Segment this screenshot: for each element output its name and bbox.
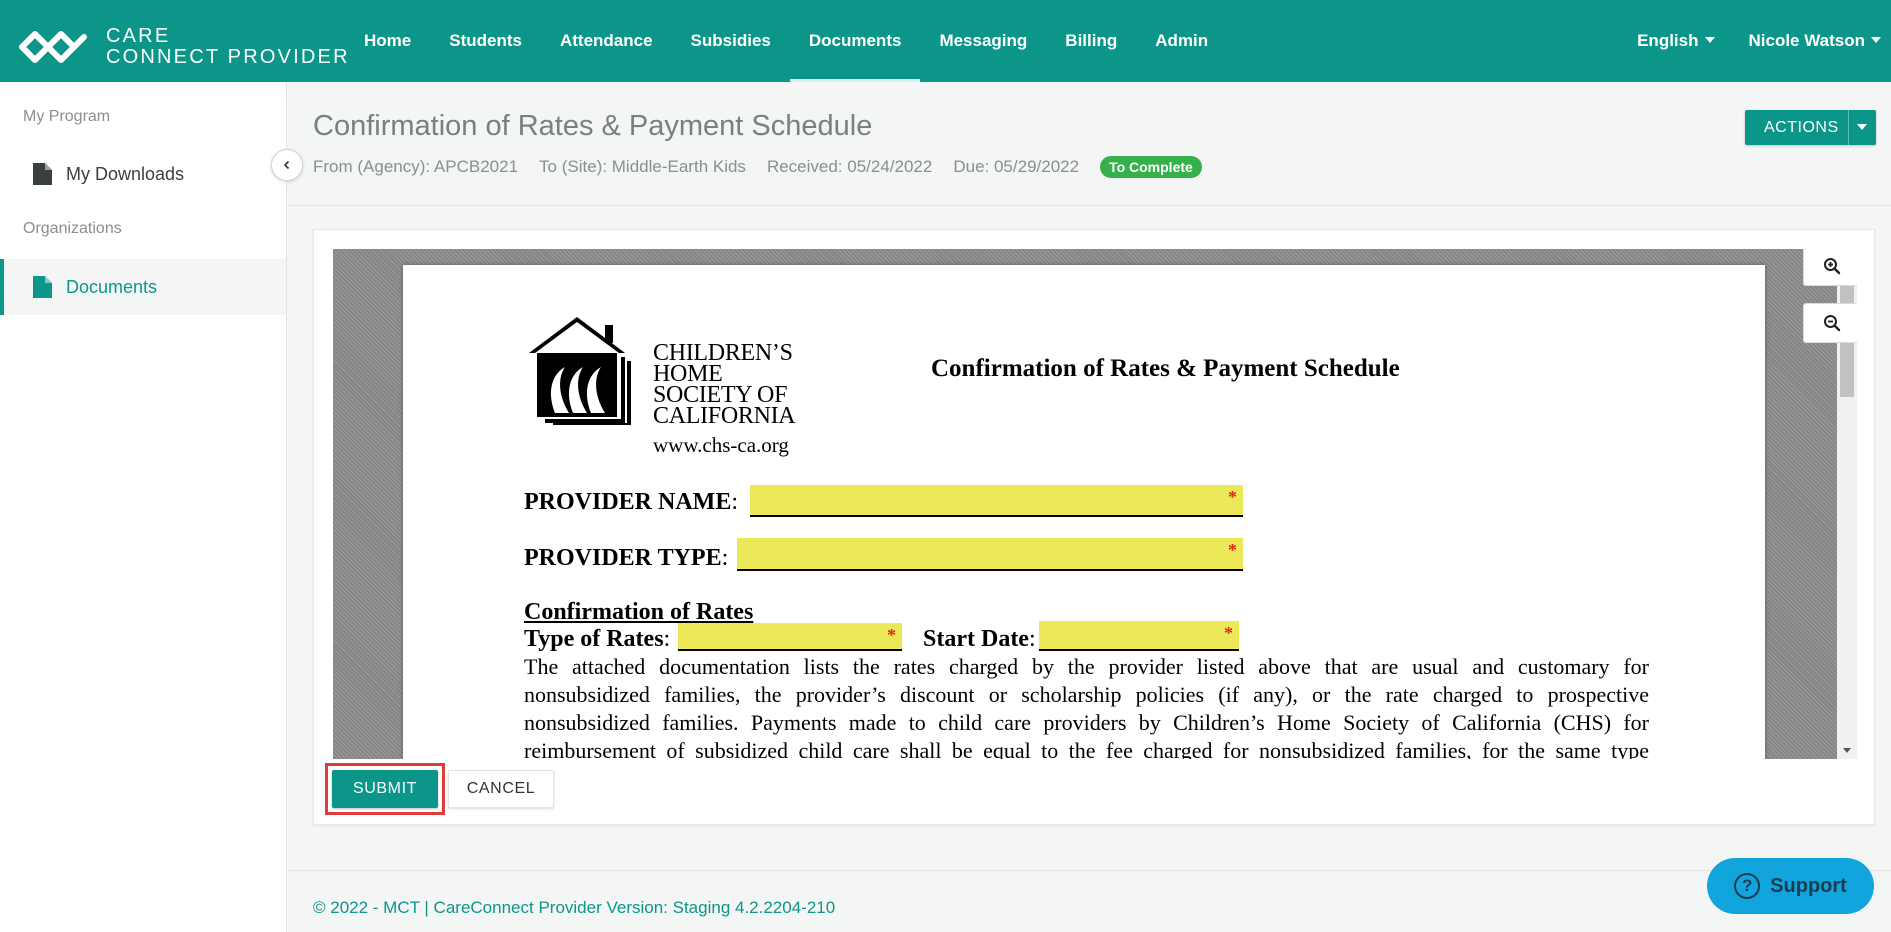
brand-line2: CONNECT PROVIDER — [106, 46, 350, 68]
required-asterisk: * — [887, 625, 896, 645]
page-title: Confirmation of Rates & Payment Schedule — [313, 110, 873, 142]
nav-students[interactable]: Students — [430, 0, 541, 82]
start-date-field[interactable]: * — [1039, 621, 1239, 651]
divider — [288, 870, 1891, 871]
provider-name-label: PROVIDER NAME: — [524, 489, 738, 515]
pdf-page: CHILDREN’S HOME SOCIETY OF CALIFORNIA ww… — [403, 265, 1765, 759]
submit-button[interactable]: SUBMIT — [332, 770, 438, 808]
document-meta: From (Agency): APCB2021 To (Site): Middl… — [313, 156, 1202, 178]
support-button[interactable]: ? Support — [1707, 858, 1874, 914]
language-label: English — [1637, 31, 1699, 50]
cancel-button[interactable]: CANCEL — [448, 770, 554, 808]
meta-received: Received: 05/24/2022 — [766, 157, 933, 176]
sidebar-item-my-downloads[interactable]: My Downloads — [0, 146, 286, 202]
meta-due: Due: 05/29/2022 — [953, 157, 1080, 176]
chevron-down-icon — [1871, 37, 1881, 43]
zoom-in-icon — [1823, 258, 1840, 275]
chs-house-logo-icon — [529, 317, 631, 425]
chs-website: www.chs-ca.org — [653, 433, 789, 457]
sidebar-section-my-program: My Program — [23, 108, 111, 125]
sidebar-item-documents[interactable]: Documents — [0, 259, 286, 315]
provider-name-field[interactable]: * — [750, 485, 1243, 517]
provider-type-field[interactable]: * — [737, 538, 1243, 571]
document-icon — [33, 163, 52, 185]
submit-highlight: SUBMIT — [325, 763, 445, 815]
brand-line1: CARE — [106, 25, 171, 47]
chs-org-name: CHILDREN’S HOME SOCIETY OF CALIFORNIA — [653, 340, 796, 429]
scroll-down-arrow-icon[interactable] — [1843, 748, 1851, 753]
chevron-left-icon — [283, 160, 290, 170]
chevron-down-icon — [1857, 123, 1867, 130]
nav-subsidies[interactable]: Subsidies — [672, 0, 790, 82]
provider-type-label: PROVIDER TYPE: — [524, 545, 729, 571]
required-asterisk: * — [1224, 623, 1233, 643]
status-badge: To Complete — [1100, 156, 1202, 178]
main-nav: Home Students Attendance Subsidies Docum… — [345, 0, 1227, 82]
sidebar-item-label: My Downloads — [66, 163, 185, 184]
nav-admin[interactable]: Admin — [1136, 0, 1227, 82]
meta-from: From (Agency): APCB2021 — [313, 157, 519, 176]
type-of-rates-field[interactable]: * — [678, 623, 902, 651]
pdf-viewer[interactable]: CHILDREN’S HOME SOCIETY OF CALIFORNIA ww… — [333, 249, 1857, 759]
pdf-title: Confirmation of Rates & Payment Schedule — [931, 355, 1400, 382]
start-date-label: Start Date: — [923, 626, 1036, 652]
nav-messaging[interactable]: Messaging — [920, 0, 1046, 82]
document-icon — [33, 276, 52, 298]
actions-button[interactable]: ACTIONS — [1745, 110, 1876, 145]
meta-to: To (Site): Middle-Earth Kids — [539, 157, 746, 176]
sidebar-section-organizations: Organizations — [23, 220, 122, 237]
required-asterisk: * — [1228, 487, 1237, 507]
confirmation-of-rates-heading: Confirmation of Rates — [524, 599, 754, 625]
nav-attendance[interactable]: Attendance — [541, 0, 672, 82]
required-asterisk: * — [1228, 540, 1237, 560]
zoom-in-button[interactable] — [1803, 249, 1857, 286]
chevron-down-icon — [1704, 37, 1715, 43]
language-dropdown[interactable]: English — [1637, 31, 1715, 51]
document-card: CHILDREN’S HOME SOCIETY OF CALIFORNIA ww… — [313, 229, 1875, 825]
divider — [288, 205, 1891, 206]
nav-home[interactable]: Home — [345, 0, 430, 82]
user-menu-dropdown[interactable]: Nicole Watson — [1748, 31, 1881, 51]
rates-paragraph: The attached documentation lists the rat… — [524, 654, 1649, 759]
careconnect-logo-icon — [19, 31, 87, 63]
help-icon: ? — [1734, 873, 1761, 899]
type-of-rates-label: Type of Rates: — [524, 626, 671, 652]
nav-documents[interactable]: Documents — [789, 0, 921, 82]
sidebar: My Program My Downloads Organizations Do… — [0, 82, 287, 932]
zoom-out-button[interactable] — [1803, 303, 1857, 343]
nav-billing[interactable]: Billing — [1046, 0, 1136, 82]
support-label: Support — [1770, 874, 1847, 897]
sidebar-collapse-button[interactable] — [271, 149, 303, 181]
brand-logo[interactable]: CARE CONNECT PROVIDER — [18, 26, 350, 68]
actions-label: ACTIONS — [1764, 118, 1839, 136]
sidebar-item-label: Documents — [66, 276, 158, 297]
footer-version-text: © 2022 - MCT | CareConnect Provider Vers… — [313, 898, 836, 917]
zoom-out-icon — [1823, 315, 1840, 332]
user-name: Nicole Watson — [1748, 31, 1866, 50]
top-navbar: CARE CONNECT PROVIDER Home Students Atte… — [0, 0, 1891, 82]
